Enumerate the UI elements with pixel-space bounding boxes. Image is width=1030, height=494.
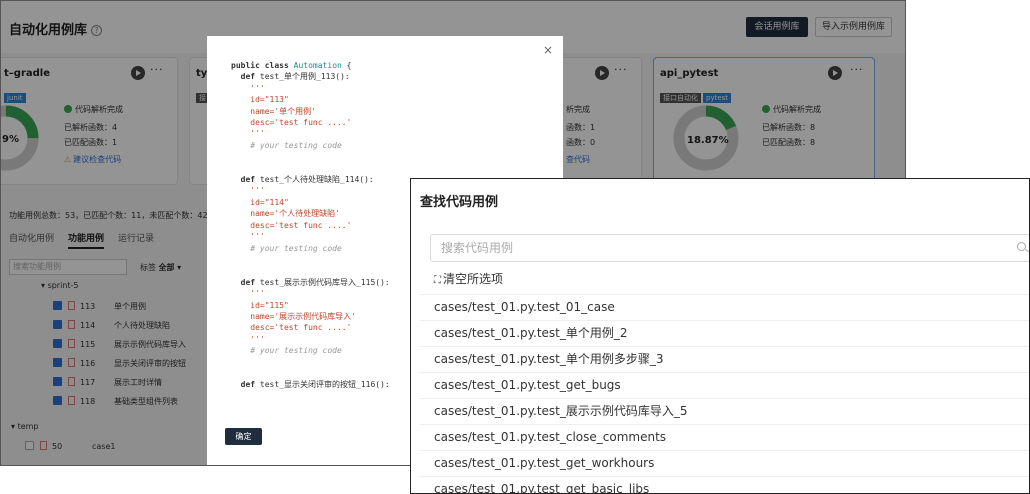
list-item[interactable]: cases/test_01.py.test_单个用例_2 [420,320,1029,345]
list-item[interactable]: cases/test_01.py.test_close_comments [420,424,1029,449]
clear-icon: ⛶ [434,275,441,286]
close-icon[interactable]: × [543,43,553,57]
find-code-case-panel: 查找代码用例 ⛶清空所选项 cases/test_01.py.test_01_c… [410,178,1030,494]
code-preview: public class Automation { def test_单个用例_… [231,61,390,390]
list-item[interactable]: cases/test_01.py.test_get_bugs [420,372,1029,397]
search-icon[interactable] [1017,242,1026,251]
code-case-search-input[interactable] [439,239,999,257]
code-case-search-box [430,234,1029,262]
list-item[interactable]: cases/test_01.py.test_单个用例多步骤_3 [420,346,1029,371]
list-item[interactable]: cases/test_01.py.test_01_case [420,294,1029,319]
list-item[interactable]: cases/test_01.py.test_get_basic_libs [420,476,1029,493]
panel-title: 查找代码用例 [420,195,499,210]
list-item[interactable]: cases/test_01.py.test_展示示例代码库导入_5 [420,398,1029,423]
confirm-button[interactable]: 确定 [225,428,262,445]
clear-selection-item[interactable]: ⛶ 清空所选项 [420,267,1029,292]
list-item[interactable]: cases/test_01.py.test_get_workhours [420,450,1029,475]
